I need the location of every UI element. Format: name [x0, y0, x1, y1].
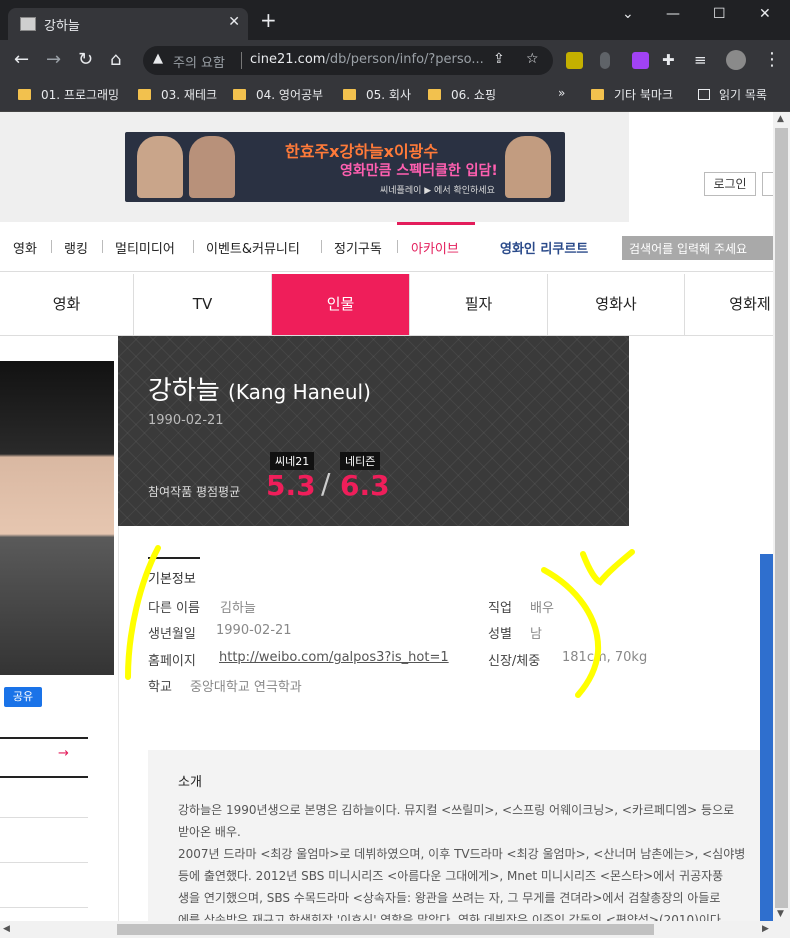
other-bookmarks[interactable]: 기타 북마크: [591, 86, 673, 103]
puzzle-icon[interactable]: ✚: [662, 49, 675, 71]
close-tab-icon[interactable]: ✕: [228, 14, 240, 30]
folder-icon: [233, 89, 246, 100]
browser-tab[interactable]: 강하늘 ✕: [8, 8, 248, 40]
horizontal-scrollbar[interactable]: ◀ ▶: [0, 921, 790, 938]
warning-icon[interactable]: ▲: [153, 51, 163, 66]
back-icon[interactable]: ←: [14, 49, 29, 71]
scroll-left-icon[interactable]: ◀: [3, 924, 10, 934]
scroll-up-icon[interactable]: ▲: [777, 114, 784, 124]
share-page-icon[interactable]: ⇪: [493, 51, 505, 67]
folder-icon: [591, 89, 604, 100]
media-control-icon[interactable]: ≡: [694, 49, 707, 71]
forward-icon[interactable]: →: [46, 49, 61, 71]
folder-icon: [138, 89, 151, 100]
tab-search-icon[interactable]: ⌄: [622, 6, 634, 22]
scroll-down-icon[interactable]: ▼: [777, 909, 784, 919]
yellow-annotation-doodle: [125, 545, 635, 698]
web-page: 한효주x강하늘x이광수 영화만큼 스펙터클한 입담! 씨네플레이 ▶ 에서 확인…: [0, 112, 773, 922]
vertical-scroll-thumb[interactable]: [775, 128, 788, 908]
folder-icon: [343, 89, 356, 100]
minimize-button[interactable]: —: [666, 6, 680, 22]
reading-list-icon: [698, 89, 710, 100]
mouse-extension-icon[interactable]: [600, 52, 610, 69]
bookmark-star-icon[interactable]: ☆: [526, 51, 539, 67]
close-window-button[interactable]: ✕: [759, 6, 771, 22]
extension-icon[interactable]: [566, 52, 583, 69]
folder-icon: [428, 89, 441, 100]
folder-icon: [18, 89, 31, 100]
save-extension-icon[interactable]: [632, 52, 649, 69]
bookmarks-bar: 01. 프로그래밍 03. 재테크 04. 영어공부 05. 회사 06. 쇼핑…: [0, 80, 790, 112]
address-bar[interactable]: ▲ 주의 요함 cine21.com/db/person/info/?perso…: [143, 46, 553, 75]
title-bar: 강하늘 ✕ + ⌄ — ☐ ✕: [0, 0, 790, 40]
vertical-scrollbar[interactable]: ▲ ▼: [773, 112, 790, 922]
reload-icon[interactable]: ↻: [78, 49, 93, 71]
bookmark-folder[interactable]: 03. 재테크: [138, 86, 217, 103]
bookmark-folder[interactable]: 04. 영어공부: [233, 86, 323, 103]
browser-toolbar: ← → ↻ ⌂ ▲ 주의 요함 cine21.com/db/person/inf…: [0, 40, 790, 80]
maximize-button[interactable]: ☐: [713, 6, 726, 22]
security-status[interactable]: 주의 요함: [173, 52, 225, 71]
bookmark-folder[interactable]: 06. 쇼핑: [428, 86, 496, 103]
new-tab-button[interactable]: +: [260, 10, 277, 30]
bookmark-folder[interactable]: 05. 회사: [343, 86, 411, 103]
film-favicon-icon: [20, 17, 36, 31]
tab-title: 강하늘: [44, 19, 80, 34]
bookmarks-overflow-button[interactable]: »: [558, 86, 565, 100]
menu-icon[interactable]: ⋮: [763, 49, 781, 71]
horizontal-scroll-thumb[interactable]: [117, 924, 654, 935]
profile-avatar[interactable]: [726, 50, 746, 70]
omnibox-divider: [241, 52, 242, 69]
scroll-right-icon[interactable]: ▶: [762, 924, 769, 934]
reading-list[interactable]: 읽기 목록: [698, 86, 767, 103]
bookmark-folder[interactable]: 01. 프로그래밍: [18, 86, 119, 103]
url-text[interactable]: cine21.com/db/person/info/?perso...: [250, 52, 484, 67]
home-icon[interactable]: ⌂: [110, 49, 121, 71]
